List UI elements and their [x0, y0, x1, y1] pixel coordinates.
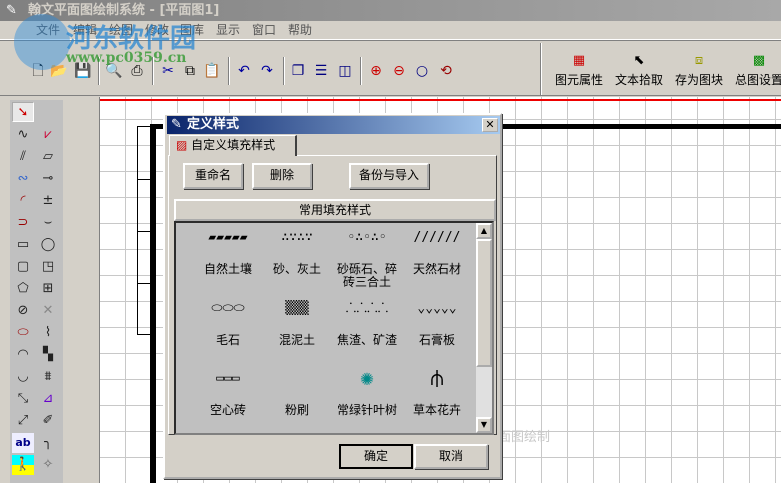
- list-item[interactable]: ▭▭▭ 空心砖: [193, 368, 263, 417]
- list-item[interactable]: //////天然石材: [402, 227, 472, 276]
- cancel-button[interactable]: 取消: [414, 444, 488, 469]
- paste-icon[interactable]: 📋: [202, 61, 222, 81]
- cross-icon[interactable]: ✕: [37, 301, 59, 321]
- hatch-icon: ▨: [176, 138, 188, 152]
- arc-icon[interactable]: ◜: [12, 191, 34, 211]
- redo-icon[interactable]: ↷: [257, 61, 277, 81]
- list-item[interactable]: ◦∴◦∴◦ 砂砾石、碎砖三合土: [332, 227, 402, 289]
- list-item[interactable]: ✺ 常绿针叶树: [332, 368, 402, 417]
- dialog-title: 定义样式: [187, 117, 240, 132]
- stair-icon[interactable]: ⊿: [37, 389, 59, 409]
- zoom-in-icon[interactable]: ⊕: [366, 61, 386, 81]
- scroll-down-icon[interactable]: ▼: [476, 417, 492, 433]
- curve-icon[interactable]: ⊃: [12, 213, 34, 233]
- step-icon[interactable]: ▚: [37, 345, 59, 365]
- wall-segment: [137, 126, 151, 335]
- tab-panel: 重命名 删除 备份与导入 常用填充样式 ▰▰▰▰▰ 自然土壤 ∴∵∴∵ 砂、灰土 ◦…: [168, 155, 497, 435]
- corner-icon[interactable]: ╮: [37, 433, 59, 453]
- cursor-icon: ⬉: [633, 53, 645, 68]
- menu-help[interactable]: 帮助: [288, 22, 312, 39]
- wave-icon[interactable]: ⌇: [37, 323, 59, 343]
- list-item[interactable]: ⌄⌄⌄⌄⌄ 石膏板: [402, 298, 472, 347]
- list-item[interactable]: 粉刷: [262, 368, 332, 417]
- elevation-icon[interactable]: ±: [37, 191, 59, 211]
- double-line-icon[interactable]: ⫽: [12, 147, 34, 167]
- delete-button[interactable]: 删除: [252, 163, 312, 189]
- palette-icon: ▦: [572, 53, 586, 68]
- list-item[interactable]: ▰▰▰▰▰ 自然土壤: [193, 227, 263, 276]
- element-properties-button[interactable]: ▦ 图元属性: [551, 51, 607, 95]
- gate-icon[interactable]: ⩩: [37, 367, 59, 387]
- scroll-up-icon[interactable]: ▲: [476, 223, 492, 239]
- list-item[interactable]: ⬭⬭⬭ 毛石: [193, 298, 263, 347]
- text-icon[interactable]: ab: [12, 433, 34, 453]
- star-icon[interactable]: ✧: [37, 455, 59, 475]
- list-item[interactable]: ⸫⸫⸫⸫ 焦渣、矿渣: [332, 298, 402, 347]
- edit-polyline-icon[interactable]: ⩗: [37, 125, 59, 145]
- rectangle-icon[interactable]: ▭: [12, 235, 34, 255]
- fill-style-list: ▰▰▰▰▰ 自然土壤 ∴∵∴∵ 砂、灰土 ◦∴◦∴◦ 砂砾石、碎砖三合土 //////…: [174, 221, 494, 435]
- dialog-title-bar: ✎ 定义样式 ✕: [167, 116, 500, 134]
- ellipse-icon[interactable]: ⬭: [12, 323, 34, 343]
- zoom-refresh-icon[interactable]: ⟲: [436, 61, 456, 81]
- rename-button[interactable]: 重命名: [183, 163, 243, 189]
- bracket-icon[interactable]: ⌣: [37, 213, 59, 233]
- dialog-icon: ✎: [171, 117, 182, 132]
- block-icon: ⧈: [694, 53, 704, 68]
- tile-horizontal-icon[interactable]: ☰: [311, 61, 331, 81]
- spline-icon[interactable]: ∾: [12, 169, 34, 189]
- zoom-icon[interactable]: ○: [412, 61, 432, 81]
- backup-import-button[interactable]: 备份与导入: [349, 163, 429, 189]
- polyline-icon[interactable]: ∿: [12, 125, 34, 145]
- pen-icon[interactable]: ✐: [37, 411, 59, 431]
- circle-icon[interactable]: ◯: [37, 235, 59, 255]
- list-item[interactable]: ⫛ 草本花卉: [402, 368, 472, 417]
- close-icon[interactable]: ✕: [482, 118, 498, 132]
- pentagon-icon[interactable]: ⬠: [12, 279, 34, 299]
- square-icon[interactable]: ◳: [37, 257, 59, 277]
- list-item[interactable]: ▒▒▒ 混泥土: [262, 298, 332, 347]
- save-block-button[interactable]: ⧈ 存为图块: [671, 51, 727, 95]
- map-icon: ▩: [752, 53, 766, 68]
- scrollbar[interactable]: ▲ ▼: [476, 223, 492, 433]
- select-arrow-icon[interactable]: ➘: [12, 102, 34, 122]
- dimension-icon[interactable]: ⤡: [12, 389, 34, 409]
- zoom-out-icon[interactable]: ⊖: [389, 61, 409, 81]
- tab-custom-fill[interactable]: ▨ 自定义填充样式: [169, 135, 297, 156]
- scroll-thumb[interactable]: [476, 239, 492, 367]
- ok-button[interactable]: 确定: [339, 444, 413, 469]
- menu-view[interactable]: 显示: [216, 22, 240, 39]
- sector-icon[interactable]: ◡: [12, 367, 34, 387]
- drawing-tools-palette: ➘ ∿ ⩗ ⫽ ▱ ∾ ⊸ ◜ ± ⊃ ⌣ ▭ ◯ ▢ ◳ ⬠ ⊞ ⊘ ✕ ⬭ ⌇ ◠ ▚ ◡ ⩩ ⤡ ⊿…: [10, 100, 63, 483]
- list-header: 常用填充样式: [174, 199, 496, 221]
- undo-icon[interactable]: ↶: [234, 61, 254, 81]
- window-title: 翰文平面图绘制系统 - [平面图1]: [28, 3, 220, 18]
- half-circle-icon[interactable]: ◠: [12, 345, 34, 365]
- ruler-strip: [65, 97, 100, 483]
- arrow-line-icon[interactable]: ⤢: [12, 411, 34, 431]
- define-style-dialog: ✎ 定义样式 ✕ ▨ 自定义填充样式 重命名 删除 备份与导入 常用填充样式 ▰…: [163, 113, 502, 479]
- pin-icon[interactable]: ⊸: [37, 169, 59, 189]
- rounded-rect-icon[interactable]: ▢: [12, 257, 34, 277]
- circle-radius-icon[interactable]: ⊘: [12, 301, 34, 321]
- watermark-url: www.pc0359.cn: [66, 50, 187, 66]
- menu-window[interactable]: 窗口: [252, 22, 276, 39]
- tile-vertical-icon[interactable]: ◫: [335, 61, 355, 81]
- watermark-logo: [14, 14, 70, 70]
- list-item[interactable]: ∴∵∴∵ 砂、灰土: [262, 227, 332, 276]
- overall-settings-button[interactable]: ▩ 总图设置: [731, 51, 781, 95]
- hatch-line-icon[interactable]: ▱: [37, 147, 59, 167]
- cascade-icon[interactable]: ❐: [288, 61, 308, 81]
- text-pick-button[interactable]: ⬉ 文本拾取: [611, 51, 667, 95]
- person-icon[interactable]: 🚶: [12, 455, 34, 475]
- app-icon: ✎: [6, 3, 17, 18]
- blocks-icon[interactable]: ⊞: [37, 279, 59, 299]
